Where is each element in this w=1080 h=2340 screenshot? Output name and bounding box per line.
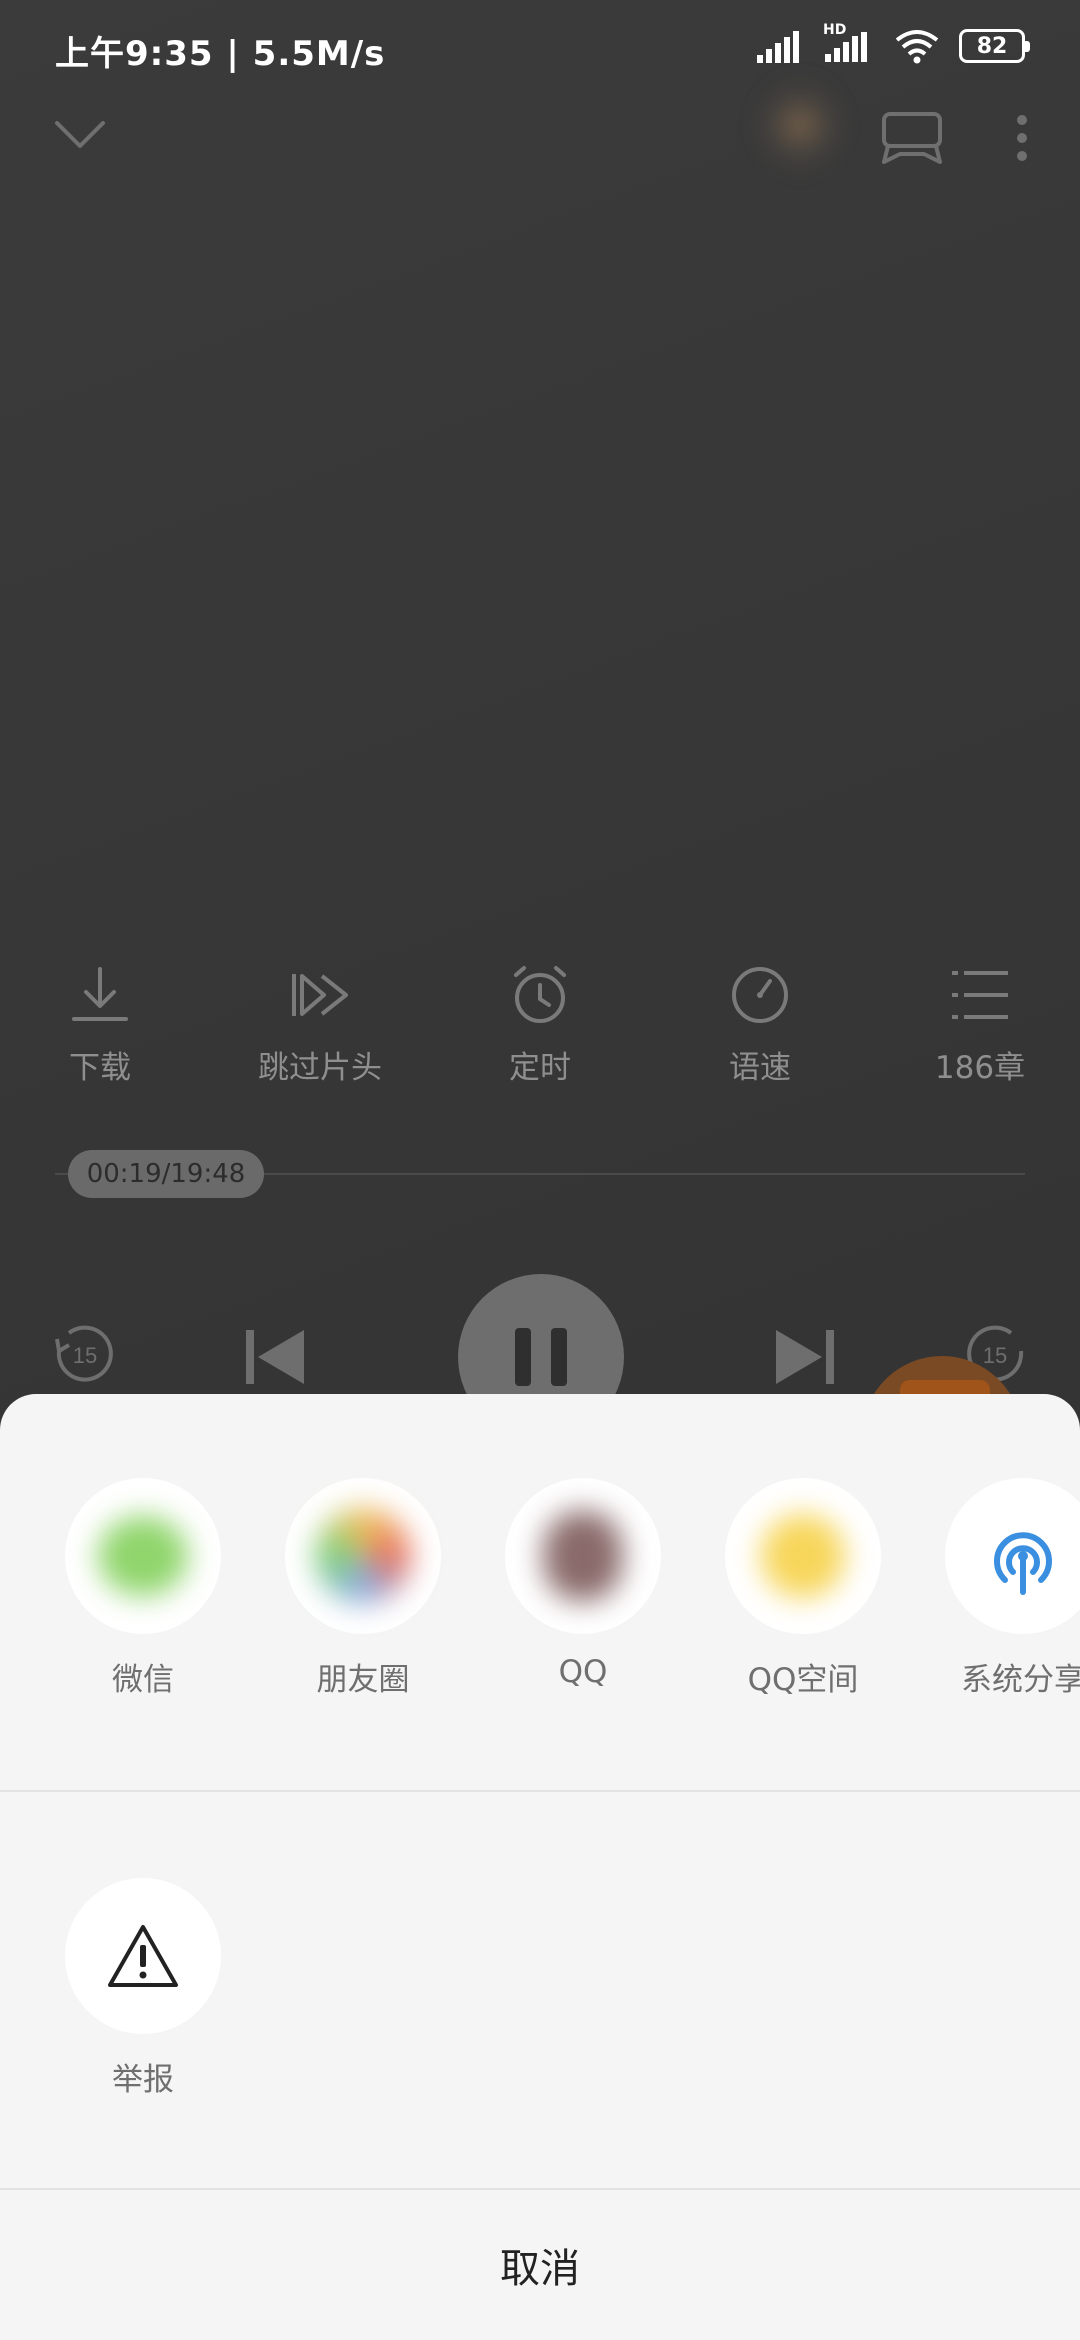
speed-label: 语速 bbox=[729, 1050, 791, 1086]
battery-level: 82 bbox=[976, 33, 1008, 59]
rewind-15-button[interactable]: 15 bbox=[48, 1318, 118, 1388]
qzone-icon bbox=[725, 1478, 881, 1634]
rewind-seconds: 15 bbox=[73, 1343, 97, 1368]
cast-button[interactable] bbox=[870, 100, 954, 176]
report-label: 举报 bbox=[112, 2062, 174, 2098]
download-icon bbox=[65, 960, 135, 1030]
share-qq-label: QQ bbox=[558, 1654, 608, 1690]
share-system[interactable]: 系统分享 bbox=[928, 1478, 1080, 1718]
share-qzone-label: QQ空间 bbox=[747, 1662, 859, 1698]
alarm-clock-icon bbox=[505, 960, 575, 1030]
cancel-button[interactable]: 取消 bbox=[0, 2190, 1080, 2340]
status-icons: HD 82 bbox=[757, 22, 1030, 66]
share-targets: 微信 朋友圈 QQ QQ空间 系统分享 bbox=[0, 1478, 1080, 1718]
rewind-15-icon: 15 bbox=[55, 1325, 113, 1382]
battery-icon: 82 bbox=[959, 29, 1030, 63]
report-button[interactable]: 举报 bbox=[48, 1878, 238, 2118]
qq-icon bbox=[505, 1478, 661, 1634]
chapter-list-button[interactable]: 186章 bbox=[885, 960, 1075, 1100]
cover-thumbnail bbox=[750, 70, 850, 180]
speed-gauge-icon bbox=[725, 960, 795, 1030]
wifi-icon bbox=[895, 30, 939, 64]
share-wechat[interactable]: 微信 bbox=[48, 1478, 238, 1718]
next-track-button[interactable] bbox=[770, 1322, 840, 1392]
car-play-icon bbox=[882, 112, 942, 164]
collapse-button[interactable] bbox=[40, 100, 120, 170]
forward-seconds: 15 bbox=[983, 1343, 1007, 1368]
warning-icon bbox=[65, 1878, 221, 2034]
chevron-down-icon bbox=[55, 121, 105, 148]
status-time: 上午9:35 | 5.5M/s bbox=[55, 34, 386, 74]
pause-icon bbox=[515, 1328, 567, 1386]
share-system-label: 系统分享 bbox=[961, 1662, 1080, 1698]
chapter-count-label: 186章 bbox=[934, 1050, 1026, 1086]
skip-intro-icon bbox=[285, 960, 355, 1030]
share-qzone[interactable]: QQ空间 bbox=[708, 1478, 898, 1718]
skip-intro-button[interactable]: 跳过片头 bbox=[225, 960, 415, 1100]
moments-icon bbox=[285, 1478, 441, 1634]
progress-thumb[interactable]: 00:19/19:48 bbox=[68, 1150, 264, 1198]
share-moments[interactable]: 朋友圈 bbox=[268, 1478, 458, 1718]
timer-button[interactable]: 定时 bbox=[445, 960, 635, 1100]
share-qq[interactable]: QQ bbox=[488, 1478, 678, 1718]
signal-icon bbox=[757, 31, 799, 63]
skip-next-icon bbox=[776, 1330, 834, 1384]
status-bar: 上午9:35 | 5.5M/s HD 82 bbox=[0, 0, 1080, 96]
function-row: 下载 跳过片头 定时 语速 186章 bbox=[0, 960, 1080, 1100]
more-options-button[interactable] bbox=[1000, 100, 1044, 176]
system-share-icon bbox=[945, 1478, 1080, 1634]
skip-previous-icon bbox=[246, 1330, 304, 1384]
more-vertical-icon bbox=[1017, 115, 1027, 161]
share-moments-label: 朋友圈 bbox=[316, 1662, 410, 1698]
share-sheet: 微信 朋友圈 QQ QQ空间 系统分享 举报 取消 bbox=[0, 1394, 1080, 2340]
previous-track-button[interactable] bbox=[240, 1322, 310, 1392]
share-wechat-label: 微信 bbox=[112, 1662, 174, 1698]
sheet-divider bbox=[0, 1790, 1080, 1792]
download-label: 下载 bbox=[69, 1050, 131, 1086]
download-button[interactable]: 下载 bbox=[5, 960, 195, 1100]
chapter-list-icon bbox=[945, 960, 1015, 1030]
hd-signal-icon: HD bbox=[823, 22, 875, 66]
wechat-icon bbox=[65, 1478, 221, 1634]
skip-intro-label: 跳过片头 bbox=[258, 1050, 382, 1086]
speed-button[interactable]: 语速 bbox=[665, 960, 855, 1100]
timer-label: 定时 bbox=[509, 1050, 571, 1086]
